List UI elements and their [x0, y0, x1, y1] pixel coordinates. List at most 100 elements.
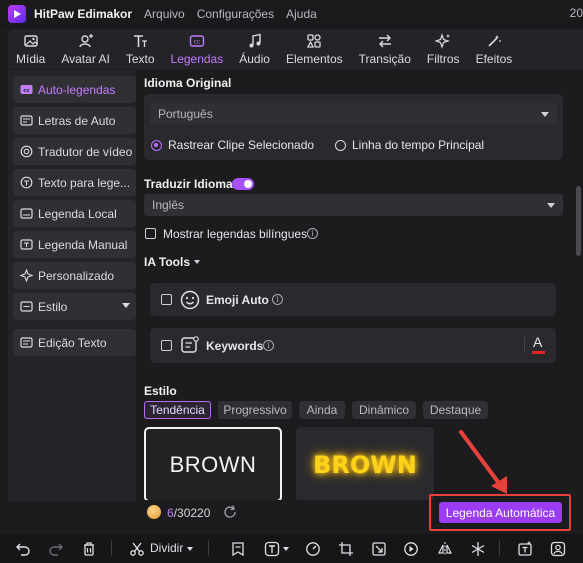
- scrollbar[interactable]: [573, 70, 583, 502]
- captions-icon: cc: [188, 32, 206, 50]
- svg-text:cc: cc: [194, 39, 201, 46]
- sidebar: cc Auto-legendas Letras de Auto Tradutor…: [8, 70, 136, 502]
- info-icon[interactable]: i: [263, 340, 274, 351]
- translate-icon: [19, 145, 33, 159]
- style-tab-progressivo[interactable]: Progressivo: [218, 401, 292, 419]
- menu-ajuda[interactable]: Ajuda: [286, 7, 317, 21]
- style-tab-ainda[interactable]: Ainda: [299, 401, 345, 419]
- auto-caption-button[interactable]: Legenda Automática: [439, 502, 562, 523]
- credits-counter: 6/30220: [167, 506, 210, 520]
- crop-icon[interactable]: [338, 541, 354, 557]
- sidebar-item-estilo[interactable]: Estilo: [13, 293, 136, 320]
- style-tab-dinamico[interactable]: Dinâmico: [352, 401, 416, 419]
- style-title: Estilo: [144, 384, 177, 398]
- sidebar-item-legenda-manual[interactable]: Legenda Manual: [13, 231, 136, 258]
- lyrics-icon: [19, 114, 33, 128]
- play-forward-icon[interactable]: [403, 541, 419, 557]
- speed-icon[interactable]: [305, 541, 321, 557]
- mirror-icon[interactable]: [437, 541, 453, 557]
- radio-main-timeline[interactable]: Linha do tempo Principal: [335, 138, 484, 152]
- export-frame-icon[interactable]: [371, 541, 387, 557]
- tab-efeitos[interactable]: Efeitos: [468, 29, 521, 69]
- sidebar-item-texto-para-legenda[interactable]: Texto para lege...: [13, 169, 136, 196]
- sidebar-item-label: Edição Texto: [38, 335, 107, 350]
- tab-elementos[interactable]: Elementos: [278, 29, 351, 69]
- sidebar-item-label: Legenda Local: [38, 206, 117, 221]
- sidebar-item-personalizado[interactable]: Personalizado: [13, 262, 136, 289]
- tab-label: Legendas: [170, 52, 224, 66]
- original-language-select[interactable]: Português: [150, 103, 557, 125]
- refresh-icon[interactable]: [222, 504, 238, 520]
- chevron-down-icon[interactable]: [194, 260, 200, 264]
- custom-icon: [19, 269, 33, 283]
- radio-label: Rastrear Clipe Selecionado: [168, 138, 315, 152]
- tab-audio[interactable]: Áudio: [231, 29, 278, 69]
- sidebar-item-letras-de-auto[interactable]: Letras de Auto: [13, 107, 136, 134]
- undo-icon[interactable]: [15, 541, 31, 557]
- coin-icon: [147, 505, 161, 519]
- scissors-icon[interactable]: [129, 541, 145, 557]
- bilingual-checkbox[interactable]: [145, 228, 156, 239]
- avatar-icon[interactable]: [550, 541, 566, 557]
- freeze-icon[interactable]: [470, 541, 486, 557]
- sidebar-item-tradutor-de-video[interactable]: Tradutor de vídeo: [13, 138, 136, 165]
- emoji-auto-checkbox[interactable]: [161, 294, 172, 305]
- tab-texto[interactable]: Texto: [118, 29, 163, 69]
- radio-track-selected-clip[interactable]: Rastrear Clipe Selecionado: [151, 138, 314, 152]
- menu-arquivo[interactable]: Arquivo: [144, 7, 185, 21]
- ia-tools-title: IA Tools: [144, 255, 190, 269]
- translate-toggle[interactable]: [232, 178, 254, 190]
- original-language-title: Idioma Original: [144, 76, 232, 90]
- info-icon[interactable]: i: [272, 294, 283, 305]
- style-tab-destaque[interactable]: Destaque: [423, 401, 488, 419]
- tab-legendas[interactable]: cc Legendas: [163, 29, 232, 69]
- redo-icon[interactable]: [48, 541, 64, 557]
- info-icon[interactable]: i: [307, 228, 318, 239]
- sidebar-item-auto-legendas[interactable]: cc Auto-legendas: [13, 76, 136, 103]
- chevron-down-icon: [122, 303, 130, 308]
- select-value: Inglês: [152, 198, 185, 212]
- sidebar-item-legenda-local[interactable]: Legenda Local: [13, 200, 136, 227]
- preview-text: BROWN: [169, 451, 257, 477]
- local-caption-icon: [19, 207, 33, 221]
- tab-avatar-ai[interactable]: Avatar AI: [53, 29, 117, 69]
- elements-icon: [305, 32, 323, 50]
- chevron-down-icon[interactable]: [187, 547, 193, 551]
- scrollbar-thumb[interactable]: [576, 186, 581, 256]
- trash-icon[interactable]: [81, 541, 97, 557]
- style-tab-tendencia[interactable]: Tendência: [144, 401, 211, 419]
- tab-midia[interactable]: Mídia: [8, 29, 53, 69]
- app-logo-icon: [8, 5, 26, 23]
- tab-transicao[interactable]: Transição: [351, 29, 419, 69]
- emoji-auto-label: Emoji Auto: [206, 293, 269, 307]
- text-icon: [131, 32, 149, 50]
- keywords-checkbox[interactable]: [161, 340, 172, 351]
- sidebar-item-label: Personalizado: [38, 268, 115, 283]
- style-preview-glow[interactable]: BROWN: [296, 427, 434, 502]
- add-text-icon[interactable]: [517, 541, 533, 557]
- divider: [524, 337, 525, 353]
- caption-style-icon[interactable]: [230, 541, 246, 557]
- music-note-icon: [246, 32, 264, 50]
- radio-dot: [151, 139, 162, 151]
- sidebar-item-label: Legenda Manual: [38, 237, 128, 252]
- translate-language-select[interactable]: Inglês: [144, 194, 563, 216]
- text-box-icon[interactable]: [264, 541, 280, 557]
- tab-label: Filtros: [426, 52, 460, 66]
- sidebar-item-edicao-texto[interactable]: Edição Texto: [13, 329, 136, 356]
- divider: [499, 540, 500, 556]
- text-color-button[interactable]: A: [533, 334, 542, 350]
- chevron-down-icon[interactable]: [283, 547, 289, 551]
- style-preview-plain[interactable]: BROWN: [144, 427, 282, 502]
- manual-caption-icon: [19, 238, 33, 252]
- menu-configuracoes[interactable]: Configurações: [197, 7, 274, 21]
- app-name: HitPaw Edimakor: [34, 7, 133, 21]
- tab-label: Áudio: [239, 52, 270, 66]
- select-value: Português: [158, 107, 213, 121]
- style-icon: [19, 300, 33, 314]
- credits-used: 6: [167, 506, 174, 520]
- tab-filtros[interactable]: Filtros: [419, 29, 468, 69]
- title-bar: HitPaw Edimakor Arquivo Configurações Aj…: [0, 0, 583, 28]
- split-button[interactable]: Dividir: [150, 541, 183, 555]
- translate-title: Traduzir Idioma: [144, 177, 233, 191]
